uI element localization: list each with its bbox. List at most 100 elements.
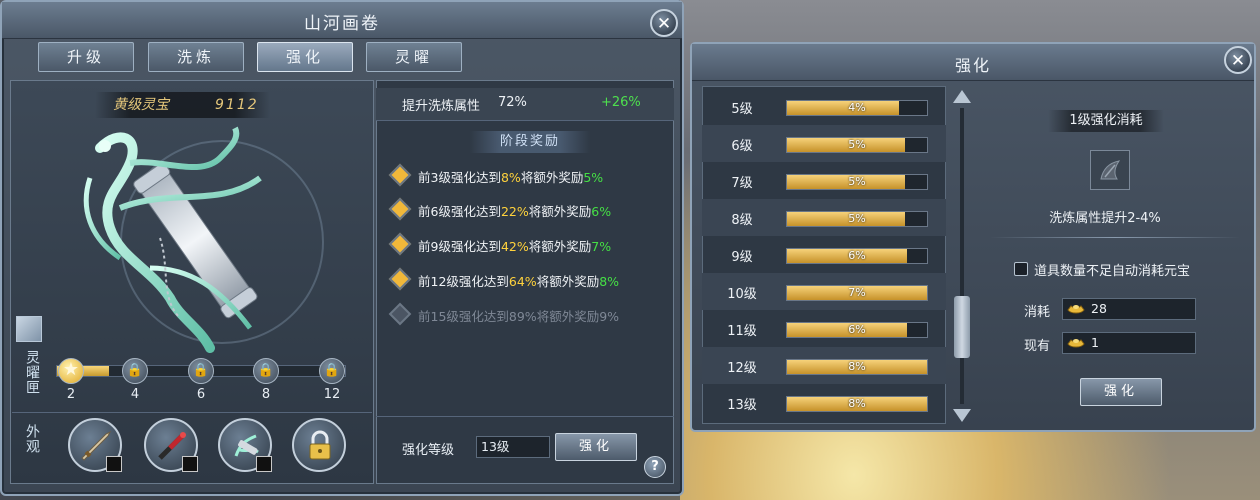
reward-bonus: 5% xyxy=(583,170,604,185)
level-row[interactable]: 11级 6% xyxy=(702,310,946,347)
close-button[interactable]: ✕ xyxy=(650,9,678,37)
help-icon[interactable]: ? xyxy=(644,456,666,478)
level-row[interactable]: 5级 4% xyxy=(702,88,946,125)
stage-reward-title: 阶段奖励 xyxy=(470,131,590,153)
panel-title: 强化 xyxy=(954,56,991,75)
lock-icon xyxy=(309,430,331,460)
attr-bonus: +26% xyxy=(601,95,641,110)
progress-node-label: 8 xyxy=(261,387,271,402)
reward-pct: 22% xyxy=(500,204,529,219)
divider xyxy=(990,237,1240,238)
level-bar-text: 8% xyxy=(848,397,866,410)
tab-label: 灵曜 xyxy=(394,48,433,66)
tab-lingyao[interactable]: 灵曜 xyxy=(366,42,462,72)
diamond-icon xyxy=(388,232,412,256)
level-label: 13级 xyxy=(727,398,757,413)
consume-field: 28 xyxy=(1062,298,1196,320)
reward-row: 前3级强化达到8%将额外奖励5% xyxy=(388,163,604,189)
level-label: 9级 xyxy=(731,250,753,265)
level-row[interactable]: 9级 6% xyxy=(702,236,946,273)
enhance-button[interactable]: 强化 xyxy=(1080,378,1162,406)
auto-consume-checkbox[interactable] xyxy=(1014,262,1028,276)
level-bar-text: 5% xyxy=(848,138,866,151)
close-button[interactable]: ✕ xyxy=(1224,46,1252,74)
phoenix-scroll-icon xyxy=(83,126,262,353)
appearance-checkbox[interactable] xyxy=(106,456,122,472)
title-bar: 山河画卷 xyxy=(2,2,682,39)
appearance-slot-sword[interactable] xyxy=(68,418,122,472)
scroll-down-arrow-icon[interactable] xyxy=(953,409,971,422)
level-row[interactable]: 10级 7% xyxy=(702,273,946,310)
level-row[interactable]: 8级 5% xyxy=(702,199,946,236)
progress-node-lock-icon[interactable]: 🔒 xyxy=(188,358,214,384)
level-row[interactable]: 6级 5% xyxy=(702,125,946,162)
level-bar-text: 6% xyxy=(848,323,866,336)
level-bar: 6% xyxy=(786,248,928,264)
level-bar-text: 5% xyxy=(848,175,866,188)
progress-node-lock-icon[interactable]: 🔒 xyxy=(253,358,279,384)
progress-node-label: 6 xyxy=(196,387,206,402)
level-label: 5级 xyxy=(731,102,753,117)
progress-node-label: 4 xyxy=(130,387,140,402)
lingyao-box-icon[interactable] xyxy=(16,316,42,342)
appearance-slot-locked[interactable] xyxy=(292,418,346,472)
gold-ingot-icon xyxy=(1067,305,1085,314)
reward-text: 前15级强化达到 xyxy=(418,309,509,324)
reward-row: 前9级强化达到42%将额外奖励7% xyxy=(388,232,611,258)
level-row[interactable]: 7级 5% xyxy=(702,162,946,199)
tab-refine[interactable]: 洗炼 xyxy=(148,42,244,72)
appearance-checkbox[interactable] xyxy=(182,456,198,472)
auto-consume-label: 道具数量不足自动消耗元宝 xyxy=(1034,264,1191,279)
diamond-icon xyxy=(388,267,412,291)
level-bar: 6% xyxy=(786,322,928,338)
reward-bonus: 8% xyxy=(599,274,620,289)
level-bar: 5% xyxy=(786,211,928,227)
tab-enhance[interactable]: 强化 xyxy=(257,42,353,72)
progress-node-lock-icon[interactable]: 🔒 xyxy=(122,358,148,384)
level-label: 11级 xyxy=(727,324,757,339)
diamond-icon xyxy=(388,197,412,221)
progress-node-lock-icon[interactable]: 🔒 xyxy=(319,358,345,384)
reward-row-locked: 前15级强化达到89%将额外奖励9% xyxy=(388,302,619,328)
owned-value: 1 xyxy=(1091,335,1099,350)
appearance-slot-red-weapon[interactable] xyxy=(144,418,198,472)
scroll-thumb[interactable] xyxy=(954,296,970,358)
diamond-icon xyxy=(388,302,412,326)
enhance-level-field[interactable]: 13级 xyxy=(476,436,550,458)
material-item-slot[interactable] xyxy=(1090,150,1130,190)
enhance-effect-text: 洗炼属性提升2-4% xyxy=(1049,211,1161,226)
reward-pct: 89% xyxy=(508,309,537,324)
tab-upgrade[interactable]: 升级 xyxy=(38,42,134,72)
level-list-scrollbar[interactable] xyxy=(952,88,972,424)
progress-node-label: 2 xyxy=(66,387,76,402)
enhance-button[interactable]: 强化 xyxy=(555,433,637,461)
scroll-track[interactable] xyxy=(960,108,964,404)
reward-pct: 64% xyxy=(508,274,537,289)
lingyao-box-label: 灵曜匣 xyxy=(24,350,40,395)
level-bar-text: 8% xyxy=(848,360,866,373)
level-bar: 5% xyxy=(786,137,928,153)
owned-field: 1 xyxy=(1062,332,1196,354)
progress-node-star-icon[interactable]: ★ xyxy=(58,358,84,384)
level-bar-text: 6% xyxy=(848,249,866,262)
item-score: 9112 xyxy=(215,97,259,113)
appearance-checkbox[interactable] xyxy=(256,456,272,472)
material-icon xyxy=(1100,160,1121,180)
tab-label: 升级 xyxy=(66,48,105,66)
enhance-level-label: 强化等级 xyxy=(402,443,455,458)
level-row[interactable]: 12级 8% xyxy=(702,347,946,384)
item-grade-name: 黄级灵宝 xyxy=(113,97,169,113)
level-bar-text: 7% xyxy=(848,286,866,299)
level-row[interactable]: 13级 8% xyxy=(702,384,946,421)
appearance-slot-phoenix[interactable] xyxy=(218,418,272,472)
progress-node-label: 12 xyxy=(323,387,341,402)
scroll-up-arrow-icon[interactable] xyxy=(953,90,971,103)
level-bar-text: 4% xyxy=(848,101,866,114)
level-label: 7级 xyxy=(731,176,753,191)
consume-label: 消耗 xyxy=(1024,305,1051,320)
level-label: 8级 xyxy=(731,213,753,228)
panel-title: 山河画卷 xyxy=(304,14,380,34)
attr-label: 提升洗炼属性 xyxy=(402,99,481,114)
close-icon: ✕ xyxy=(1230,51,1246,71)
owned-label: 现有 xyxy=(1024,339,1051,354)
